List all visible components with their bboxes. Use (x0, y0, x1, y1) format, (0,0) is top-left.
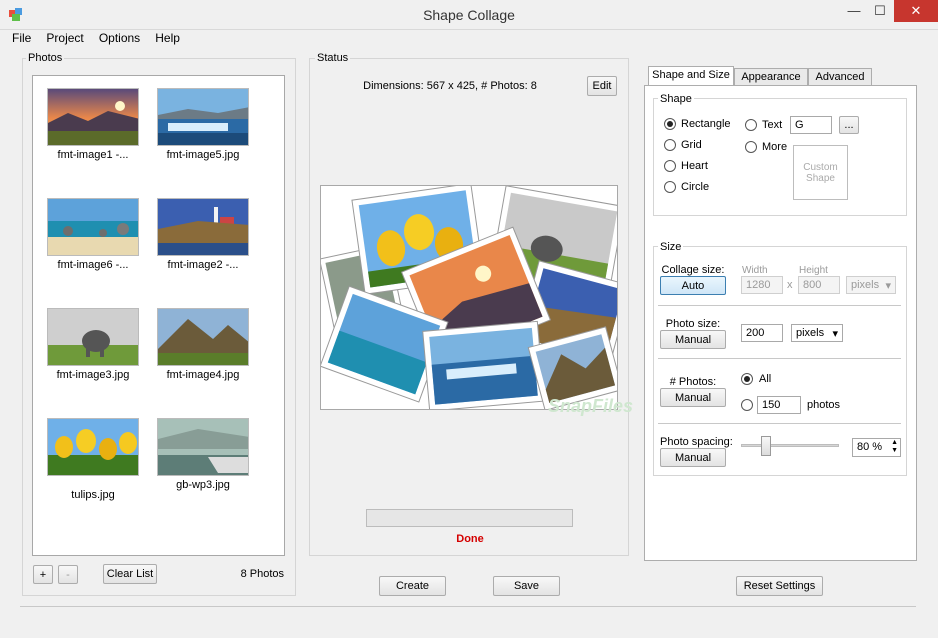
photo-size-unit-select[interactable]: pixels ▾ (791, 324, 843, 342)
select-value: pixels (796, 327, 825, 339)
thumb-beach[interactable] (47, 198, 139, 256)
done-status: Done (456, 533, 484, 545)
watermark-text: SnapFiles (548, 396, 634, 416)
app-icon (9, 8, 22, 21)
radio-rectangle[interactable] (664, 118, 676, 130)
shape-label: Shape (658, 93, 694, 105)
photo-count: 8 Photos (240, 568, 284, 580)
dimensions-text: Dimensions: 567 x 425, # Photos: 8 (363, 80, 537, 92)
thumb-sunset[interactable] (47, 88, 139, 146)
radio-all-photos[interactable] (741, 373, 753, 385)
close-button[interactable]: ✕ (894, 0, 938, 22)
height-label: Height (799, 265, 828, 276)
height-input[interactable] (798, 276, 840, 294)
thumb-caption: fmt-image3.jpg (56, 369, 130, 381)
spinner-arrows-icon[interactable]: ▲ ▼ (891, 439, 898, 455)
title-bar: Shape Collage (0, 0, 938, 30)
spacing-spinner[interactable]: 80 % ▲ ▼ (852, 438, 901, 457)
radio-photo-count[interactable] (741, 399, 753, 411)
chevron-down-icon: ▾ (832, 328, 838, 340)
custom-shape-box[interactable]: Custom Shape (793, 145, 848, 200)
radio-label: Heart (681, 160, 708, 172)
thumb-caption: gb-wp3.jpg (176, 479, 230, 491)
edit-button[interactable]: Edit (587, 76, 617, 96)
browse-font-button[interactable]: ... (839, 116, 859, 134)
divider (658, 358, 901, 359)
thumb-caption: fmt-image1 -... (57, 149, 129, 161)
thumb-caption: fmt-image6 -... (57, 259, 129, 271)
tab-advanced[interactable]: Advanced (808, 68, 872, 86)
clear-list-button[interactable]: Clear List (103, 564, 157, 584)
num-photos-label: # Photos: (669, 376, 717, 388)
add-photo-button[interactable]: + (33, 565, 53, 584)
thumb-stairs[interactable] (157, 418, 249, 476)
thumb-waterfall[interactable] (157, 88, 249, 146)
radio-label: Grid (681, 139, 702, 151)
divider (658, 423, 901, 424)
num-photos-manual-button[interactable]: Manual (660, 388, 726, 407)
divider (658, 305, 901, 306)
remove-photo-button[interactable]: - (58, 565, 78, 584)
reset-settings-button[interactable]: Reset Settings (736, 576, 823, 596)
maximize-button[interactable]: ☐ (866, 0, 894, 22)
menu-options[interactable]: Options (93, 30, 146, 46)
tab-shape-and-size[interactable]: Shape and Size (648, 66, 734, 86)
menu-help[interactable]: Help (149, 30, 186, 46)
collage-preview (320, 185, 618, 410)
width-input[interactable] (741, 276, 783, 294)
radio-label: Circle (681, 181, 710, 193)
radio-label: More (762, 141, 788, 153)
thumb-tulips[interactable] (47, 418, 139, 476)
create-button[interactable]: Create (379, 576, 446, 596)
progress-bar (366, 509, 573, 527)
spinner-value: 80 % (857, 441, 883, 453)
menu-project[interactable]: Project (40, 30, 89, 46)
menu-file[interactable]: File (6, 30, 37, 46)
divider (20, 606, 916, 607)
photo-count-input[interactable] (757, 396, 801, 414)
chevron-down-icon: ▾ (885, 280, 891, 292)
thumb-caption: fmt-image5.jpg (166, 149, 240, 161)
radio-more[interactable] (745, 141, 757, 153)
thumb-caption: tulips.jpg (71, 489, 115, 501)
thumb-lighthouse[interactable] (157, 198, 249, 256)
spacing-slider-thumb[interactable] (760, 436, 771, 456)
radio-grid[interactable] (664, 139, 676, 151)
collage-size-label: Collage size: (661, 264, 725, 276)
thumb-elephant[interactable] (47, 308, 139, 366)
window-title: Shape Collage (423, 7, 515, 23)
radio-circle[interactable] (664, 181, 676, 193)
status-label: Status (315, 52, 351, 64)
collage-unit-select[interactable]: pixels ▾ (846, 276, 896, 294)
select-value: pixels (851, 279, 880, 291)
spacing-manual-button[interactable]: Manual (660, 448, 726, 467)
save-button[interactable]: Save (493, 576, 560, 596)
photos-word: photos (807, 399, 841, 411)
tab-appearance[interactable]: Appearance (734, 68, 808, 86)
radio-label: Rectangle (681, 118, 731, 130)
radio-heart[interactable] (664, 160, 676, 172)
menu-bar: File Project Options Help (6, 30, 186, 48)
photos-label: Photos (26, 52, 65, 64)
photo-size-input[interactable] (741, 324, 783, 342)
radio-text[interactable] (745, 119, 757, 131)
shape-group (653, 98, 907, 216)
thumb-mountain[interactable] (157, 308, 249, 366)
thumb-caption: fmt-image4.jpg (166, 369, 240, 381)
radio-label: All (759, 373, 772, 385)
photo-size-manual-button[interactable]: Manual (660, 330, 726, 349)
shape-text-input[interactable] (790, 116, 832, 134)
width-label: Width (742, 265, 768, 276)
collage-size-auto-button[interactable]: Auto (660, 276, 726, 295)
photo-size-label: Photo size: (665, 318, 721, 330)
spacing-slider-track[interactable] (741, 444, 839, 447)
size-label: Size (658, 241, 684, 253)
spacing-label: Photo spacing: (660, 436, 733, 448)
times-sign: x (787, 279, 793, 291)
minimize-button[interactable]: — (840, 0, 868, 22)
thumb-caption: fmt-image2 -... (167, 259, 239, 271)
radio-label: Text (762, 119, 783, 131)
